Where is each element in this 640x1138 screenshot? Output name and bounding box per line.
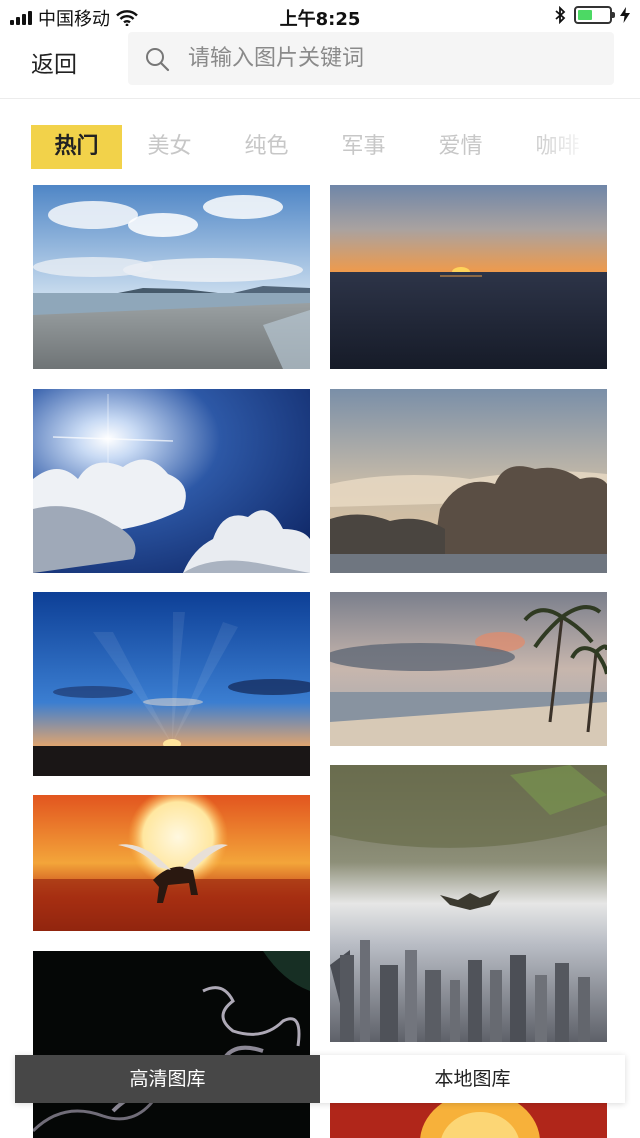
status-right (554, 6, 630, 24)
search-box[interactable] (128, 32, 614, 85)
header: 返回 (0, 32, 640, 99)
tab-beauty[interactable]: 美女 (128, 125, 211, 169)
tabs-fade (531, 125, 591, 169)
photo-pegasus-sunset[interactable] (33, 795, 310, 931)
tab-hot[interactable]: 热门 (31, 125, 122, 169)
photo-beach-image (33, 185, 310, 369)
local-gallery-button[interactable]: 本地图库 (320, 1055, 625, 1103)
photo-skydiver-city-image (330, 765, 607, 1042)
charging-icon (620, 7, 630, 23)
tab-love[interactable]: 爱情 (419, 125, 502, 169)
photo-beach[interactable] (33, 185, 310, 369)
photo-lake-trees[interactable] (330, 389, 607, 573)
battery-icon (574, 6, 615, 24)
photo-pegasus-sunset-image (33, 795, 310, 931)
back-button[interactable]: 返回 (31, 45, 77, 79)
photo-smoke[interactable] (33, 951, 310, 1138)
photo-skydiver-city[interactable] (330, 765, 607, 1042)
photo-sunset-sea-image (330, 185, 607, 369)
photo-smoke-image (33, 951, 310, 1138)
hd-gallery-button[interactable]: 高清图库 (15, 1055, 320, 1103)
tab-military[interactable]: 军事 (322, 125, 405, 169)
photo-sunrise[interactable] (33, 592, 310, 776)
photo-sunrise-image (33, 592, 310, 776)
search-icon (146, 48, 170, 72)
status-bar: 中国移动 上午8:25 (0, 0, 640, 32)
bluetooth-icon (555, 6, 566, 24)
battery-level (578, 10, 592, 20)
photo-beach-palms[interactable] (330, 592, 607, 746)
photo-gallery[interactable] (0, 185, 640, 1138)
status-time: 上午8:25 (279, 9, 361, 30)
photo-sunset-sea[interactable] (330, 185, 607, 369)
search-input[interactable] (188, 32, 598, 85)
photo-lake-trees-image (330, 389, 607, 573)
photo-beach-palms-image (330, 592, 607, 746)
photo-sun-clouds-image (33, 389, 310, 573)
gallery-source-toggle: 高清图库 本地图库 (15, 1055, 625, 1103)
category-tabs: 热门 美女 纯色 军事 爱情 咖啡 (31, 125, 591, 169)
tab-solid-color[interactable]: 纯色 (225, 125, 308, 169)
photo-sun-clouds[interactable] (33, 389, 310, 573)
